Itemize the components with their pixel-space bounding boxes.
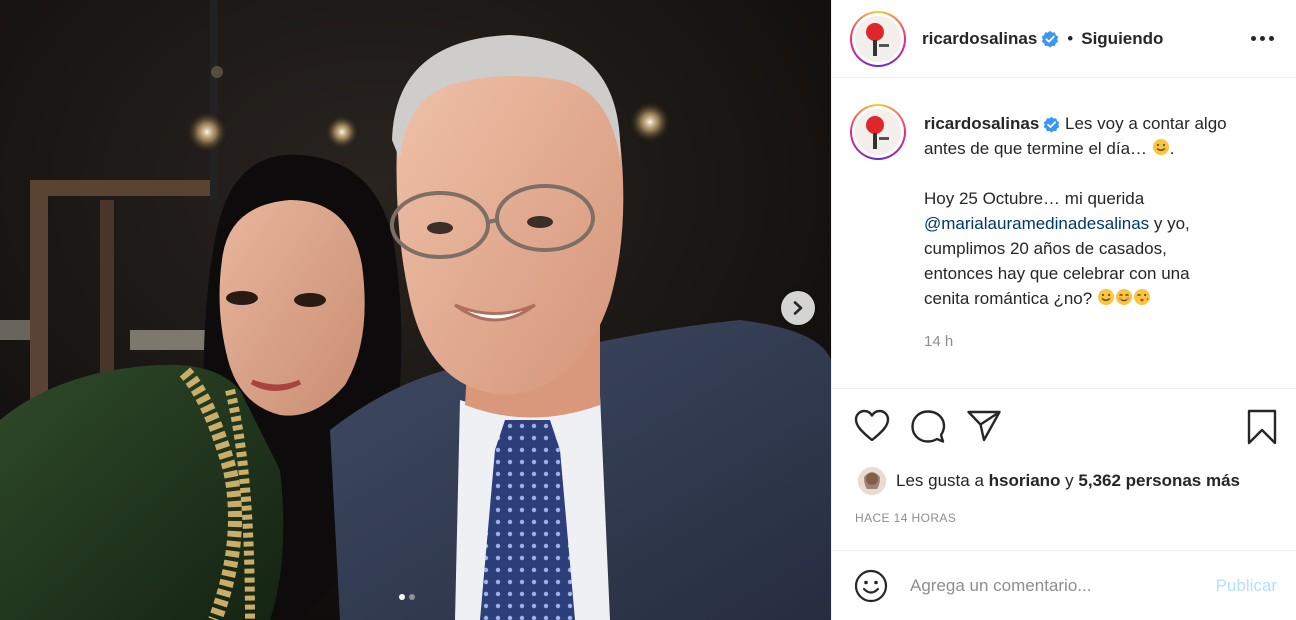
carousel-dot [409, 594, 415, 600]
comment-input[interactable] [910, 575, 1216, 596]
post-date[interactable]: HACE 14 HORAS [855, 511, 956, 525]
header-username[interactable]: ricardosalinas [922, 29, 1037, 49]
caption-time[interactable]: 14 h [924, 333, 953, 350]
publish-button[interactable]: Publicar [1216, 576, 1277, 596]
verified-badge-icon [1044, 116, 1060, 133]
caption-text: ricardosalinas Les voy a contar algo ant… [924, 111, 1274, 311]
more-options-icon[interactable] [1245, 30, 1280, 47]
caption-line-2-end: . [1169, 139, 1175, 158]
header-separator: • [1067, 28, 1074, 48]
bookmark-icon[interactable] [1246, 409, 1278, 445]
following-button[interactable]: Siguiendo [1081, 29, 1163, 49]
caption-line-4-rest: y yo, [1149, 214, 1190, 233]
blushing-face-emoji-icon [1115, 289, 1132, 305]
caption-avatar[interactable] [850, 104, 906, 160]
heart-icon[interactable] [854, 409, 890, 443]
avatar-image [855, 15, 901, 62]
share-icon[interactable] [966, 409, 1002, 443]
profile-avatar[interactable] [850, 10, 906, 67]
smiling-face-emoji-icon [1097, 289, 1114, 305]
carousel-next-button[interactable] [781, 291, 815, 325]
kissing-face-emoji-icon [1133, 289, 1150, 305]
likes-summary: Les gusta a hsoriano y 5,362 personas má… [858, 467, 1240, 495]
caption-line-6: entonces hay que celebrar con una [924, 264, 1190, 283]
comment-icon[interactable] [910, 409, 946, 445]
caption-username[interactable]: ricardosalinas [924, 114, 1039, 133]
post-actions: Les gusta a hsoriano y 5,362 personas má… [832, 388, 1296, 550]
carousel-indicator [399, 594, 415, 600]
caption-area: ricardosalinas Les voy a contar algo ant… [832, 78, 1296, 388]
caption-line-1: Les voy a contar algo [1065, 114, 1227, 133]
verified-badge-icon [1042, 30, 1059, 48]
post-photo[interactable] [0, 0, 831, 620]
liker-avatar-image [858, 467, 886, 495]
emoji-icon[interactable] [854, 569, 888, 603]
likes-connector: y [1065, 471, 1074, 490]
caption-line-2: antes de que termine el día… [924, 139, 1148, 158]
comment-form: Publicar [832, 550, 1296, 620]
caption-line-7: cenita romántica ¿no? [924, 289, 1093, 308]
caption-line-3: Hoy 25 Octubre… mi querida [924, 189, 1145, 208]
liker-avatar[interactable] [858, 467, 886, 495]
photo-image [0, 0, 831, 620]
caption-line-5: cumplimos 20 años de casados, [924, 239, 1167, 258]
post-side-panel: ricardosalinas • Siguiendo ricardosalina… [831, 0, 1296, 620]
mention-link[interactable]: @marialauramedinadesalinas [924, 214, 1149, 233]
liker-username[interactable]: hsoriano [989, 471, 1061, 491]
post-header: ricardosalinas • Siguiendo [832, 0, 1296, 78]
avatar-image [855, 109, 901, 155]
likes-count[interactable]: 5,362 personas más [1078, 471, 1240, 491]
carousel-dot-active [399, 594, 405, 600]
chevron-right-icon [793, 301, 803, 315]
smiling-face-emoji-icon [1152, 139, 1169, 155]
likes-prefix: Les gusta a [896, 471, 984, 490]
